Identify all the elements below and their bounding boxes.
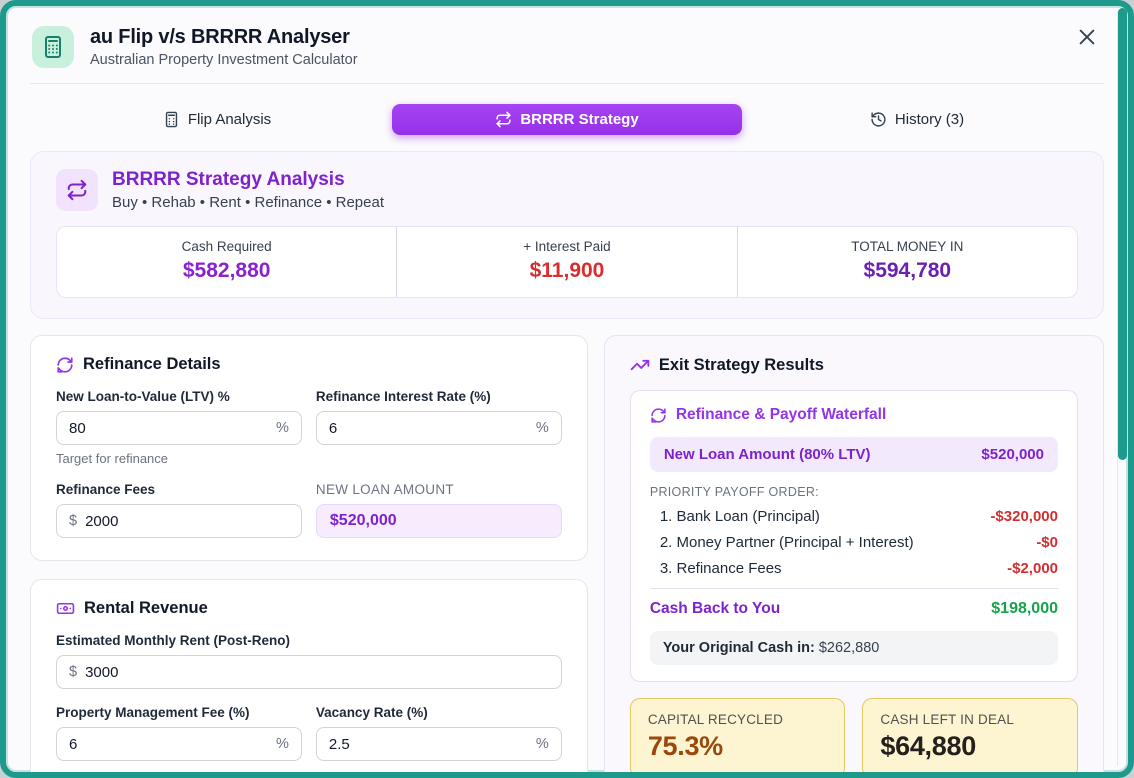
new-loan-row-value: $520,000 <box>981 446 1044 463</box>
monthly-rent-field: Estimated Monthly Rent (Post-Reno) $ <box>56 633 562 689</box>
refinance-fees-field: Refinance Fees $ <box>56 482 302 538</box>
stat-cash-required: Cash Required $582,880 <box>57 227 396 297</box>
payoff-row-bank-loan: 1. Bank Loan (Principal) -$320,000 <box>650 503 1058 529</box>
refinance-details-card: Refinance Details New Loan-to-Value (LTV… <box>30 335 588 561</box>
new-loan-row-label: New Loan Amount (80% LTV) <box>664 446 871 463</box>
percent-suffix: % <box>276 736 289 752</box>
payoff-row-money-partner: 2. Money Partner (Principal + Interest) … <box>650 529 1058 555</box>
capital-recycled-label: CAPITAL RECYCLED <box>648 712 828 727</box>
tab-flip-analysis[interactable]: Flip Analysis <box>42 104 392 135</box>
refresh-icon <box>56 356 74 374</box>
interest-label: Refinance Interest Rate (%) <box>316 389 562 404</box>
trending-up-icon <box>630 355 650 375</box>
banknote-icon <box>56 599 75 618</box>
payoff-waterfall-card: Refinance & Payoff Waterfall New Loan Am… <box>630 390 1078 682</box>
dollar-prefix: $ <box>69 664 77 680</box>
page-subtitle: Australian Property Investment Calculato… <box>90 52 358 68</box>
history-icon <box>870 111 887 128</box>
monthly-rent-input[interactable] <box>85 664 549 681</box>
card-title: Refinance Details <box>83 355 221 374</box>
vacancy-rate-label: Vacancy Rate (%) <box>316 705 562 720</box>
dialog-header: au Flip v/s BRRRR Analyser Australian Pr… <box>6 6 1128 83</box>
strategy-tabs: Flip Analysis BRRRR Strategy History (3) <box>6 84 1128 151</box>
payoff-amount: -$320,000 <box>990 508 1058 525</box>
refinance-interest-field: Refinance Interest Rate (%) % <box>316 389 562 466</box>
refinance-interest-input[interactable] <box>329 420 528 437</box>
calculator-icon <box>32 26 74 68</box>
payoff-order-header: PRIORITY PAYOFF ORDER: <box>650 485 1058 499</box>
banner-subtitle: Buy • Rehab • Rent • Refinance • Repeat <box>112 194 384 211</box>
dollar-prefix: $ <box>69 513 77 529</box>
brrrr-analysis-banner: BRRRR Strategy Analysis Buy • Rehab • Re… <box>30 151 1104 319</box>
new-loan-row: New Loan Amount (80% LTV) $520,000 <box>650 437 1058 472</box>
payoff-label: 2. Money Partner (Principal + Interest) <box>660 534 914 551</box>
original-cash-note: Your Original Cash in: $262,880 <box>650 631 1058 665</box>
tab-label: Flip Analysis <box>188 111 271 128</box>
payoff-amount: -$2,000 <box>1007 560 1058 577</box>
payoff-amount: -$0 <box>1036 534 1058 551</box>
management-fee-input[interactable] <box>69 736 268 753</box>
vacancy-rate-input[interactable] <box>329 736 528 753</box>
close-icon <box>1076 26 1098 48</box>
card-title: Rental Revenue <box>84 599 208 618</box>
new-loan-amount-field: NEW LOAN AMOUNT $520,000 <box>316 482 562 538</box>
waterfall-title: Refinance & Payoff Waterfall <box>676 406 886 424</box>
original-cash-label: Your Original Cash in: <box>663 640 815 656</box>
ltv-helper-text: Target for refinance <box>56 451 302 466</box>
stat-label: TOTAL MONEY IN <box>746 239 1069 254</box>
ltv-label: New Loan-to-Value (LTV) % <box>56 389 302 404</box>
close-button[interactable] <box>1072 22 1102 52</box>
calculator-icon <box>163 111 180 128</box>
cash-back-value: $198,000 <box>991 600 1058 618</box>
management-fee-label: Property Management Fee (%) <box>56 705 302 720</box>
stat-value: $582,880 <box>65 259 388 283</box>
rental-revenue-card: Rental Revenue Estimated Monthly Rent (P… <box>30 579 588 778</box>
tab-history[interactable]: History (3) <box>742 104 1092 135</box>
vacancy-rate-field: Vacancy Rate (%) % <box>316 705 562 761</box>
ltv-field: New Loan-to-Value (LTV) % % Target for r… <box>56 389 302 466</box>
repeat-icon <box>56 169 98 211</box>
cash-left-label: CASH LEFT IN DEAL <box>880 712 1060 727</box>
original-cash-value: $262,880 <box>819 640 879 656</box>
exit-strategy-results-card: Exit Strategy Results Refinance & Payoff… <box>604 335 1104 778</box>
stat-total-money-in: TOTAL MONEY IN $594,780 <box>737 227 1077 297</box>
capital-recycled-value: 75.3% <box>648 731 828 762</box>
cash-back-label: Cash Back to You <box>650 600 780 618</box>
card-title: Exit Strategy Results <box>659 356 824 375</box>
management-fee-field: Property Management Fee (%) % <box>56 705 302 761</box>
refresh-icon <box>650 407 667 424</box>
percent-suffix: % <box>536 420 549 436</box>
capital-recycled-card: CAPITAL RECYCLED 75.3% <box>630 698 846 778</box>
new-loan-label: NEW LOAN AMOUNT <box>316 482 562 497</box>
ltv-input[interactable] <box>69 420 268 437</box>
rent-label: Estimated Monthly Rent (Post-Reno) <box>56 633 562 648</box>
brrrr-analyser-dialog: au Flip v/s BRRRR Analyser Australian Pr… <box>0 0 1134 778</box>
payoff-row-refinance-fees: 3. Refinance Fees -$2,000 <box>650 555 1058 581</box>
tab-label: BRRRR Strategy <box>520 111 638 128</box>
tab-brrrr-strategy[interactable]: BRRRR Strategy <box>392 104 742 135</box>
waterfall-divider <box>650 588 1058 589</box>
stat-label: Cash Required <box>65 239 388 254</box>
payoff-label: 3. Refinance Fees <box>660 560 782 577</box>
percent-suffix: % <box>536 736 549 752</box>
page-title: au Flip v/s BRRRR Analyser <box>90 26 358 49</box>
repeat-icon <box>495 111 512 128</box>
percent-suffix: % <box>276 420 289 436</box>
summary-stats: Cash Required $582,880 + Interest Paid $… <box>56 226 1078 298</box>
cash-left-in-deal-card: CASH LEFT IN DEAL $64,880 <box>862 698 1078 778</box>
stat-interest-paid: + Interest Paid $11,900 <box>396 227 736 297</box>
new-loan-amount-value: $520,000 <box>316 504 562 538</box>
fees-label: Refinance Fees <box>56 482 302 497</box>
refinance-fees-input[interactable] <box>85 513 289 530</box>
payoff-label: 1. Bank Loan (Principal) <box>660 508 820 525</box>
tab-label: History (3) <box>895 111 964 128</box>
stat-value: $594,780 <box>746 259 1069 283</box>
banner-title: BRRRR Strategy Analysis <box>112 169 384 191</box>
stat-label: + Interest Paid <box>405 239 728 254</box>
cash-back-row: Cash Back to You $198,000 <box>650 596 1058 620</box>
scrollbar-thumb[interactable] <box>1118 8 1127 460</box>
cash-left-value: $64,880 <box>880 731 1060 762</box>
stat-value: $11,900 <box>405 259 728 283</box>
